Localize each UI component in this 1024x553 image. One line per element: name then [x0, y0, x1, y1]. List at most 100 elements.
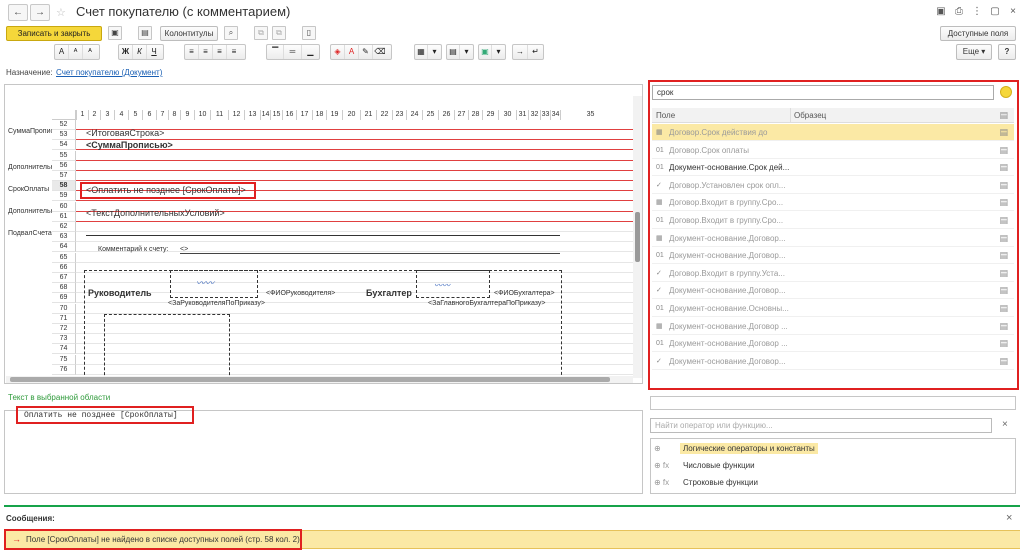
save-close-button[interactable]: Записать и закрыть	[6, 26, 102, 41]
column-header-cell[interactable]: 32	[528, 110, 540, 120]
field-row[interactable]: 01 Документ-основание.Срок дей... ▤	[652, 159, 1014, 177]
copy-icon-button[interactable]: ⧉	[254, 26, 268, 40]
column-header-cell[interactable]: 9	[180, 110, 194, 120]
field-action-icon[interactable]: ▤	[999, 177, 1008, 194]
field-action-icon[interactable]: ▤	[999, 194, 1008, 211]
column-header-cell[interactable]: 34	[550, 110, 560, 120]
field-action-icon[interactable]: ▤	[999, 212, 1008, 229]
field-row[interactable]: 01 Документ-основание.Договор... ▤	[652, 247, 1014, 265]
image-icon[interactable]: ▣	[479, 45, 493, 59]
align-justify-icon[interactable]: ≡	[227, 45, 241, 59]
column-header-cell[interactable]: 12	[228, 110, 244, 120]
font-increase-icon[interactable]: ᴬ	[69, 45, 83, 59]
column-header-cell[interactable]: 13	[244, 110, 260, 120]
column-header-cell[interactable]: 5	[128, 110, 142, 120]
clear-search-icon[interactable]: ×	[1002, 419, 1008, 430]
expand-icon[interactable]: ⊕ fx	[654, 459, 680, 473]
horizontal-scrollbar-thumb[interactable]	[10, 377, 610, 382]
search-confirm-icon[interactable]	[1000, 86, 1012, 98]
column-header-cell[interactable]: 24	[406, 110, 422, 120]
field-action-icon[interactable]: ▤	[999, 142, 1008, 159]
accountant-signature-box[interactable]	[416, 270, 490, 298]
field-row[interactable]: 01 Документ-основание.Основны... ▤	[652, 300, 1014, 317]
head-name[interactable]: <ФИОРуководителя>	[266, 290, 335, 297]
row-number[interactable]: 58	[52, 181, 76, 192]
selection-text-value[interactable]: Оплатить не позднее [СрокОплаты]	[24, 411, 178, 420]
field-action-icon[interactable]: ▤	[999, 159, 1008, 176]
col-sample-header[interactable]: Образец	[794, 111, 826, 120]
row-number[interactable]: 69	[52, 293, 76, 304]
help-button[interactable]: ?	[998, 44, 1016, 60]
section-label-additional-2[interactable]: Дополнительн	[8, 208, 52, 215]
expand-icon[interactable]: ⊕	[654, 442, 680, 456]
function-category[interactable]: ⊕ fx Строковые функции	[654, 476, 761, 490]
field-row[interactable]: ✓ Договор.Входит в группу.Уста... ▤	[652, 265, 1014, 282]
underline-icon[interactable]: Ч	[147, 45, 161, 59]
section-label-footer[interactable]: ПодвалСчета	[8, 230, 52, 237]
section-label-additional[interactable]: Дополнительн	[8, 164, 52, 171]
row-number[interactable]: 54	[52, 140, 76, 151]
column-header-cell[interactable]: 16	[282, 110, 296, 120]
find-icon-button[interactable]: ⌕	[224, 26, 238, 40]
field-action-icon[interactable]: ▤	[999, 335, 1008, 352]
head-order[interactable]: <ЗаРуководителяПоПриказу>	[168, 300, 265, 307]
row-number[interactable]: 57	[52, 171, 76, 181]
column-header-cell[interactable]: 3	[100, 110, 114, 120]
column-header-cell[interactable]: 22	[376, 110, 392, 120]
field-row[interactable]: 01 Документ-основание.Договор ... ▤	[652, 335, 1014, 353]
font-decrease-icon[interactable]: ᴬ	[83, 45, 97, 59]
field-action-icon[interactable]: ▤	[999, 282, 1008, 299]
row-number[interactable]: 59	[52, 191, 76, 202]
field-row[interactable]: ✓ Документ-основание.Договор... ▤	[652, 282, 1014, 300]
valign-bottom-icon[interactable]: ▁	[302, 45, 319, 59]
align-center-icon[interactable]: ≡	[199, 45, 213, 59]
column-header-cell[interactable]: 10	[194, 110, 210, 120]
row-number[interactable]: 61	[52, 211, 76, 222]
row-number[interactable]: 53	[52, 130, 76, 141]
section-label-payment-term[interactable]: СрокОплаты	[8, 186, 52, 193]
function-category[interactable]: ⊕ Логические операторы и константы	[654, 442, 818, 456]
row-number[interactable]: 70	[52, 303, 76, 314]
page-icon-button[interactable]: ▯	[302, 26, 316, 40]
text-color-icon[interactable]: A	[345, 45, 359, 59]
paste-icon-button[interactable]: ⧉	[272, 26, 286, 40]
column-header-cell[interactable]: 8	[168, 110, 180, 120]
column-header-cell[interactable]: 30	[498, 110, 516, 120]
save-icon[interactable]: ▣	[934, 5, 948, 19]
align-right-icon[interactable]: ≡	[213, 45, 227, 59]
field-row[interactable]: ▦ Документ-основание.Договор... ▤	[652, 230, 1014, 247]
column-header-cell[interactable]: 26	[438, 110, 454, 120]
row-number[interactable]: 67	[52, 273, 76, 283]
head-title[interactable]: Руководитель	[88, 288, 152, 298]
field-action-icon[interactable]: ▤	[999, 230, 1008, 247]
align-left-icon[interactable]: ≡	[185, 45, 199, 59]
field-action-icon[interactable]: ▤	[999, 318, 1008, 335]
accountant-name[interactable]: <ФИОБухгалтера>	[494, 290, 555, 297]
row-number[interactable]: 56	[52, 160, 76, 171]
table-dropdown-icon[interactable]: ▾	[460, 45, 473, 59]
message-text[interactable]: Поле [СрокОплаты] не найдено в списке до…	[26, 535, 300, 544]
field-action-icon[interactable]: ▤	[999, 300, 1008, 317]
column-header-cell[interactable]: 27	[454, 110, 468, 120]
col-field-header[interactable]: Поле	[656, 111, 675, 120]
expand-icon[interactable]: ⊕ fx	[654, 476, 680, 490]
more-button[interactable]: Еще ▾	[956, 44, 992, 60]
accountant-order[interactable]: <ЗаГлавногоБухгалтераПоПриказу>	[428, 300, 546, 307]
comment-value[interactable]: <>	[180, 246, 560, 254]
column-header-cell[interactable]: 25	[422, 110, 438, 120]
field-action-icon[interactable]: ▤	[999, 353, 1008, 370]
accountant-title[interactable]: Бухгалтер	[366, 288, 412, 298]
field-row[interactable]: 01 Договор.Срок оплаты ▤	[652, 142, 1014, 159]
column-header-cell[interactable]: 2	[88, 110, 100, 120]
field-action-icon[interactable]: ▤	[999, 247, 1008, 264]
field-row[interactable]: ▦ Документ-основание.Договор ... ▤	[652, 318, 1014, 335]
row-number[interactable]: 72	[52, 324, 76, 334]
row-number[interactable]: 71	[52, 313, 76, 324]
field-row[interactable]: 01 Договор.Входит в группу.Сро... ▤	[652, 212, 1014, 229]
arrow-right-icon[interactable]: →	[513, 45, 529, 59]
cell-total-row[interactable]: <ИтоговаяСтрока>	[86, 128, 164, 138]
row-number[interactable]: 60	[52, 201, 76, 212]
row-number[interactable]: 64	[52, 242, 76, 253]
column-header-cell[interactable]: 20	[342, 110, 360, 120]
column-header-cell[interactable]: 28	[468, 110, 482, 120]
